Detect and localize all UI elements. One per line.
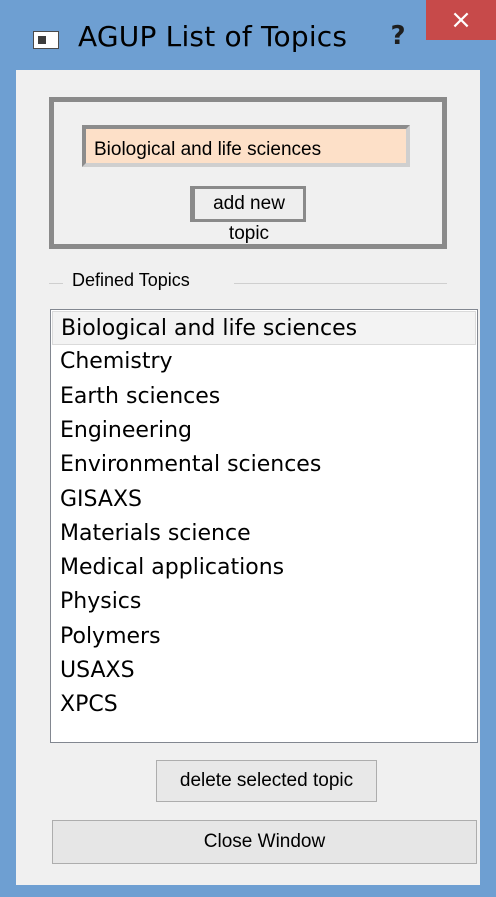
list-item[interactable]: GISAXS [52, 483, 476, 517]
list-item[interactable]: Medical applications [52, 551, 476, 585]
add-new-topic-button[interactable]: add new topic [190, 186, 306, 244]
help-button[interactable]: ? [384, 16, 412, 56]
list-item[interactable]: Earth sciences [52, 380, 476, 414]
app-window-icon [33, 31, 59, 49]
dialog-body: Biological and life sciences add new top… [16, 70, 480, 885]
list-item[interactable]: Polymers [52, 620, 476, 654]
list-item[interactable]: Engineering [52, 414, 476, 448]
list-item[interactable]: USAXS [52, 654, 476, 688]
close-icon[interactable]: × [426, 0, 496, 40]
title-bar[interactable]: AGUP List of Topics ? × [0, 0, 496, 80]
group-divider [49, 283, 63, 284]
new-topic-group: Biological and life sciences add new top… [49, 97, 447, 249]
window-title: AGUP List of Topics [78, 20, 348, 53]
group-divider [234, 283, 447, 284]
close-window-button[interactable]: Close Window [52, 820, 477, 864]
delete-selected-topic-button[interactable]: delete selected topic [156, 760, 377, 802]
list-item[interactable]: Environmental sciences [52, 448, 476, 482]
dialog-window: AGUP List of Topics ? × Biological and l… [0, 0, 496, 897]
list-item[interactable]: XPCS [52, 688, 476, 722]
topics-list[interactable]: Biological and life sciences Chemistry Ear… [50, 309, 478, 743]
list-item[interactable]: Chemistry [52, 345, 476, 379]
list-item[interactable]: Physics [52, 585, 476, 619]
list-item[interactable]: Materials science [52, 517, 476, 551]
defined-topics-label: Defined Topics [68, 270, 194, 291]
topic-input[interactable]: Biological and life sciences [82, 125, 410, 167]
list-item[interactable]: Biological and life sciences [52, 311, 476, 345]
